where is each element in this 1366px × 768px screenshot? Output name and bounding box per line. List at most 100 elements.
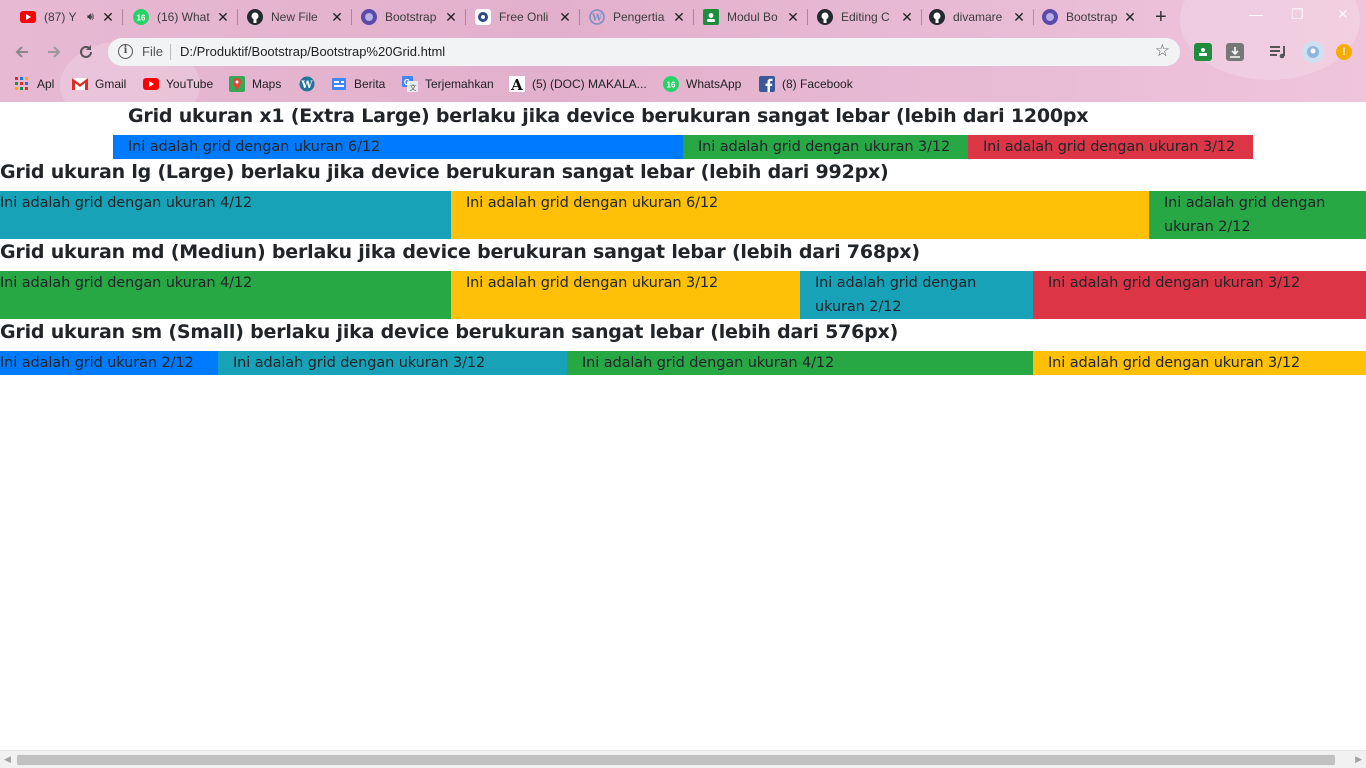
close-tab-icon[interactable]: ✕ [443,9,459,26]
bookmark-maps[interactable]: Maps [229,75,281,93]
tab-title: Modul Bo [727,10,778,24]
media-control-icon[interactable] [1270,43,1288,61]
svg-text:16: 16 [667,81,676,90]
wordpress-icon: W [589,9,605,25]
close-tab-icon[interactable]: ✕ [329,9,345,26]
tab-bootstrap-active[interactable]: Bootstrap ✕ [1034,4,1144,30]
close-tab-icon[interactable]: ✕ [899,9,915,26]
scrollbar-thumb[interactable] [17,755,1335,765]
forward-arrow-icon [48,46,61,58]
bookmark-label: (8) Facebook [782,77,853,91]
bookmark-whatsapp[interactable]: 16 WhatsApp [663,75,741,93]
tab-separator [807,9,808,25]
new-tab-button[interactable]: + [1155,6,1167,29]
tab-pengertian[interactable]: W Pengertia ✕ [581,4,694,30]
bookmark-facebook[interactable]: (8) Facebook [759,75,853,93]
close-tab-icon[interactable]: ✕ [557,9,573,26]
omnibox-divider [170,44,171,60]
grid-col-3: Ini adalah grid dengan ukuran 3/12 [683,135,968,159]
whatsapp-icon: 16 [663,76,679,92]
section-heading-xl: Grid ukuran x1 (Extra Large) berlaku jik… [128,105,1089,127]
bookmark-wordpress[interactable]: W [299,75,322,93]
facebook-icon [759,76,775,92]
scroll-left-icon[interactable]: ◀ [4,754,11,765]
tab-separator [579,9,580,25]
academia-icon: A [509,76,525,92]
classroom-extension-icon[interactable] [1194,43,1212,61]
tab-title: (16) What [157,10,210,24]
bookmark-berita[interactable]: Berita [331,75,385,93]
tab-bootstrap[interactable]: Bootstrap ✕ [353,4,466,30]
svg-text:W: W [591,14,603,24]
section-heading-md: Grid ukuran md (Mediun) berlaku jika dev… [0,241,920,263]
close-tab-icon[interactable]: ✕ [1011,9,1027,26]
update-alert-icon[interactable]: ! [1336,44,1352,60]
url-text[interactable]: D:/Produktif/Bootstrap/Bootstrap%20Grid.… [180,44,445,59]
close-tab-icon[interactable]: ✕ [100,9,116,26]
close-tab-icon[interactable]: ✕ [215,9,231,26]
grid-col-3: Ini adalah grid dengan ukuran 3/12 [968,135,1253,159]
maximize-button[interactable]: ❐ [1291,6,1304,23]
bookmarks-bar: Apl Gmail YouTube Maps W Berita G 文 Terj… [0,70,1366,98]
audio-playing-icon[interactable]: 🔊︎ [87,11,94,24]
page-content: Grid ukuran x1 (Extra Large) berlaku jik… [0,102,1366,750]
tab-title: (87) Y [44,10,77,24]
tab-divamare[interactable]: divamare ✕ [921,4,1034,30]
minimize-button[interactable]: — [1249,6,1263,22]
youtube-icon [20,9,36,25]
tab-separator [237,9,238,25]
close-tab-icon[interactable]: ✕ [671,9,687,26]
reload-icon [80,45,92,58]
grid-col-2: Ini adalah grid dengan ukuran 2/12 [1149,191,1366,239]
bookmark-label: WhatsApp [686,77,742,91]
svg-text:文: 文 [410,83,417,92]
download-extension-icon[interactable] [1226,43,1244,61]
tab-free-online[interactable]: Free Onli ✕ [467,4,580,30]
scroll-right-icon[interactable]: ▶ [1355,754,1362,765]
close-tab-icon[interactable]: ✕ [785,9,801,26]
tab-youtube[interactable]: (87) Y 🔊︎ ✕ [12,4,123,30]
youtube-icon [143,76,159,92]
tab-separator [693,9,694,25]
horizontal-scrollbar[interactable]: ◀ ▶ [0,750,1366,768]
grid-col-4: Ini adalah grid dengan ukuran 4/12 [567,351,1033,375]
bookmark-label: Terjemahkan [425,77,494,91]
tab-title: New File [271,10,318,24]
section-heading-sm: Grid ukuran sm (Small) berlaku jika devi… [0,321,899,343]
grid-col-4: Ini adalah grid dengan ukuran 4/12 [0,191,451,239]
tab-title: divamare [953,10,1003,24]
svg-text:A: A [510,76,523,92]
close-tab-icon[interactable]: ✕ [1122,9,1138,26]
translate-icon: G文 [402,76,418,92]
reload-button[interactable] [74,40,98,64]
bookmark-academia[interactable]: A (5) (DOC) MAKALA... [509,75,647,93]
svg-text:16: 16 [137,14,146,23]
bookmark-label: YouTube [166,77,214,91]
grid-row-sm: Ini adalah grid ukuran 2/12 Ini adalah g… [0,351,1366,375]
forward-button[interactable] [42,40,66,64]
close-window-button[interactable]: ✕ [1337,6,1349,23]
bookmark-apps[interactable]: Apl [14,75,54,93]
bookmark-star-icon[interactable]: ☆ [1155,41,1170,61]
tab-modul[interactable]: Modul Bo ✕ [695,4,808,30]
tab-title: Free Onli [499,10,549,24]
back-button[interactable] [10,40,34,64]
tab-github-new-file[interactable]: New File ✕ [239,4,352,30]
site-info-icon[interactable]: i [118,44,133,59]
profile-avatar[interactable] [1302,41,1324,63]
tab-title: Pengertia [613,10,665,24]
grid-row-xl: Ini adalah grid dengan ukuran 6/12 Ini a… [113,135,1253,159]
grid-col-6: Ini adalah grid dengan ukuran 6/12 [451,191,1149,239]
tab-editing[interactable]: Editing C ✕ [809,4,922,30]
bookmark-terjemahkan[interactable]: G文 Terjemahkan [402,75,494,93]
tab-whatsapp[interactable]: 16 (16) What ✕ [125,4,238,30]
address-bar[interactable]: i File D:/Produktif/Bootstrap/Bootstrap%… [108,38,1180,66]
browser-chrome: (87) Y 🔊︎ ✕ 16 (16) What ✕ New File ✕ Bo… [0,0,1366,102]
section-heading-lg: Grid ukuran lg (Large) berlaku jika devi… [0,161,889,183]
bookmark-gmail[interactable]: Gmail [72,75,126,93]
site-icon [475,9,491,25]
bookmark-youtube[interactable]: YouTube [143,75,213,93]
grid-col-3: Ini adalah grid dengan ukuran 3/12 [218,351,567,375]
grid-col-2: Ini adalah grid ukuran 2/12 [0,351,218,375]
tab-separator [465,9,466,25]
